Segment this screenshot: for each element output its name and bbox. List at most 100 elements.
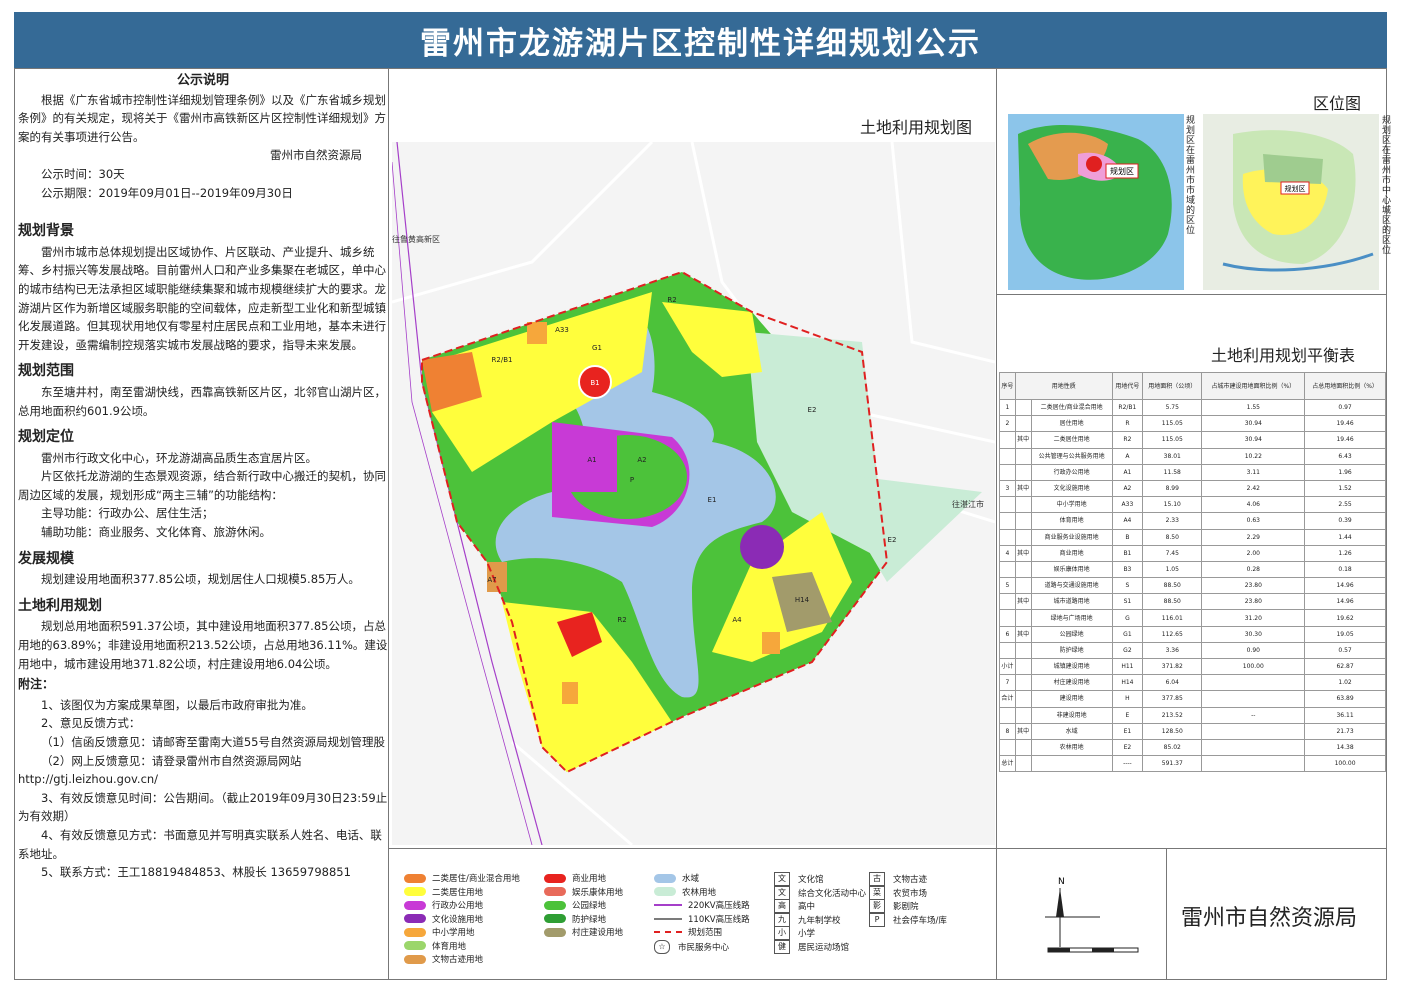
table-cell: 8.99 <box>1142 479 1203 498</box>
legend-symbol-item: 高高中 <box>774 899 815 913</box>
table-cell: 4.06 <box>1201 496 1306 514</box>
table-cell: 100.00 <box>1201 657 1306 676</box>
legend-item: 水域 <box>654 872 699 884</box>
table-cell <box>1014 755 1032 773</box>
note-3: 3、有效反馈意见时间：公告期间。（截止2019年09月30日23:59止为有效期… <box>18 790 388 824</box>
legend-line-swatch <box>654 931 682 933</box>
table-cell: ---- <box>1111 755 1144 773</box>
table-row: 娱乐康体用地 B3 1.05 0.28 0.18 <box>999 560 1386 579</box>
table-cell: E <box>1111 706 1144 724</box>
legend-symbol-icon: 影 <box>869 899 885 913</box>
table-cell: 1.44 <box>1304 528 1386 546</box>
notice-issuer: 雷州市自然资源局 <box>270 148 362 163</box>
scale-heading: 发展规模 <box>18 550 74 567</box>
legend-symbol-icon: 菜 <box>869 885 885 900</box>
zone-label-a1: A1 <box>587 456 596 464</box>
table-cell: 100.00 <box>1304 755 1386 773</box>
table-cell: 2.42 <box>1201 479 1306 498</box>
table-cell: 城市道路用地 <box>1030 593 1113 611</box>
notice-duration: 公示时间：30天 <box>41 166 125 181</box>
landuse-heading: 土地利用规划 <box>18 597 102 614</box>
table-cell <box>1014 398 1032 417</box>
legend-symbol-item: 九九年制学校 <box>774 912 841 927</box>
zone-label-r2b1: R2/B1 <box>492 356 513 364</box>
legend-label: 九年制学校 <box>798 915 841 926</box>
table-cell: 19.46 <box>1304 431 1386 449</box>
legend-item: 二类居住用地 <box>404 886 483 898</box>
location-caption-1: 规划区在雷州市市域的区位 <box>1186 116 1196 236</box>
legend-label: 高中 <box>798 902 816 912</box>
legend-label: 体育用地 <box>432 941 467 952</box>
table-cell: 85.02 <box>1142 738 1203 757</box>
table-cell <box>999 496 1016 514</box>
table-cell: 6.04 <box>1142 674 1203 692</box>
table-cell: A1 <box>1111 463 1144 481</box>
notice-column: 公示说明 根据《广东省城市控制性详细规划管理条例》以及《广东省城乡规划条例》的有… <box>18 72 388 882</box>
table-cell <box>1030 755 1113 773</box>
table-cell: 中小学用地 <box>1030 496 1113 514</box>
table-cell: 0.97 <box>1304 398 1386 417</box>
legend-item: 商业用地 <box>544 872 606 884</box>
table-cell: 128.50 <box>1142 722 1203 740</box>
table-row: 其中 城市道路用地 S1 88.50 23.80 14.96 <box>999 593 1386 611</box>
legend-label: 二类居住/商业混合用地 <box>432 874 520 884</box>
legend-label: 娱乐康体用地 <box>572 887 624 898</box>
table-cell: 总计 <box>999 755 1016 773</box>
legend-label: 居民运动场馆 <box>798 942 850 953</box>
table-row: 1 二类居住/商业混合用地 R2/B1 5.75 1.55 0.97 <box>999 398 1386 417</box>
table-cell: 其中 <box>1014 625 1032 643</box>
legend-item: 中小学用地 <box>404 926 475 938</box>
location-map-center: 规划区 <box>1203 114 1379 290</box>
legend-label: 二类居住用地 <box>432 887 484 898</box>
note-5: 5、联系方式：王工18819484853、林股长 13659798851 <box>41 865 351 880</box>
table-cell: 二类居住/商业混合用地 <box>1030 398 1113 417</box>
table-cell: 6 <box>999 625 1016 643</box>
legend-label: 规划范围 <box>688 928 723 938</box>
divider <box>1166 848 1167 980</box>
table-cell: R2 <box>1111 431 1144 449</box>
legend-item: 村庄建设用地 <box>544 926 623 938</box>
table-cell: 建设用地 <box>1030 690 1113 708</box>
table-cell <box>1014 690 1032 708</box>
legend-label: 行政办公用地 <box>432 901 484 911</box>
notice-body: 根据《广东省城市控制性详细规划管理条例》以及《广东省城乡规划条例》的有关规定，现… <box>18 92 386 144</box>
zone-label-e2: E2 <box>808 406 817 414</box>
table-cell: 其中 <box>1014 431 1032 449</box>
table-cell: A33 <box>1111 496 1144 514</box>
legend-line-item: 110KV高压线路 <box>654 913 750 925</box>
table-cell: 19.05 <box>1304 625 1386 643</box>
positioning-text1: 雷州市行政文化中心，环龙游湖高品质生态宜居片区。 <box>41 450 317 465</box>
table-cell: H <box>1111 690 1144 708</box>
table-cell <box>1014 657 1032 676</box>
legend-label: 农贸市场 <box>893 888 928 899</box>
table-cell: 其中 <box>1014 593 1032 611</box>
legend-label: 110KV高压线路 <box>688 914 750 925</box>
scope-heading: 规划范围 <box>18 363 74 380</box>
table-cell: 115.05 <box>1142 431 1203 449</box>
legend-symbol-item: 小小学 <box>774 926 815 940</box>
background-text: 雷州市城市总体规划提出区域协作、片区联动、产业提升、城乡统筹、乡村振兴等发展战略… <box>18 244 386 352</box>
table-cell: 0.18 <box>1304 560 1386 579</box>
legend-label: 中小学用地 <box>432 928 475 938</box>
page-title: 雷州市龙游湖片区控制性详细规划公示 <box>14 12 1387 68</box>
feedback-url[interactable]: http://gtj.leizhou.gov.cn/ <box>18 770 388 789</box>
table-cell: G1 <box>1111 625 1144 643</box>
culture-a2 <box>740 525 784 569</box>
table-cell <box>999 528 1016 546</box>
legend-swatch <box>404 927 426 937</box>
positioning-text2: 片区依托龙游湖的生态景观资源，结合新行政中心搬迁的契机，协同周边区域的发展，规划… <box>18 469 386 502</box>
table-cell: 合计 <box>999 690 1016 708</box>
map-legend: 二类居住/商业混合用地 二类居住用地 行政办公用地 文化设施用地 中小学用地 体育用地 文物… <box>404 872 996 968</box>
legend-swatch <box>404 954 426 964</box>
north-arrow-icon: N <box>1045 877 1139 953</box>
table-cell: 11.58 <box>1142 463 1203 481</box>
table-cell <box>999 641 1016 660</box>
positioning-main: 主导功能：行政办公、居住生活； <box>41 506 214 521</box>
legend-label: 综合文化活动中心 <box>798 888 867 899</box>
table-cell: 行政办公用地 <box>1030 463 1113 481</box>
table-cell <box>1014 609 1032 627</box>
table-cell: 7 <box>999 674 1016 692</box>
table-row: 4 其中 商业用地 B1 7.45 2.00 1.26 <box>999 544 1386 562</box>
legend-label: 影剧院 <box>893 902 919 912</box>
table-cell: 村庄建设用地 <box>1030 674 1113 692</box>
